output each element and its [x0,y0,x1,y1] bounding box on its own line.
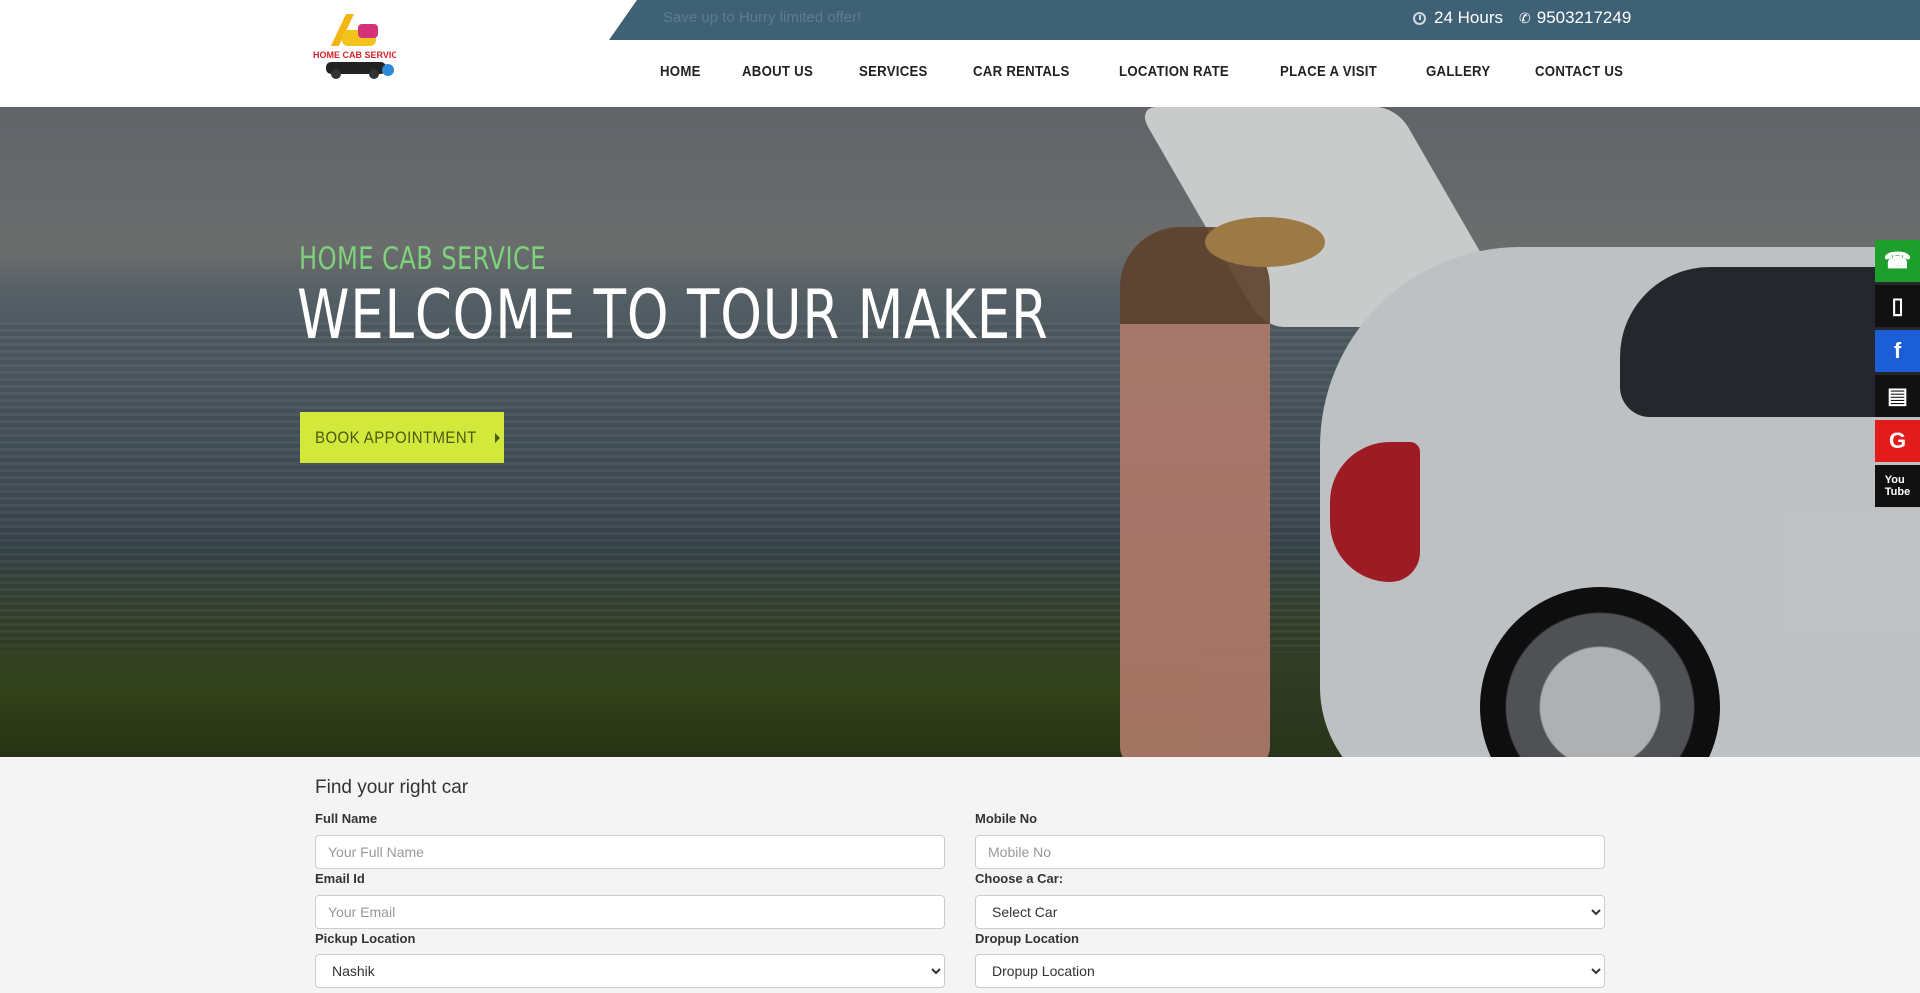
main-nav: HOME ABOUT US SERVICES CAR RENTALS LOCATION … [660,63,1671,80]
nav-item-contact-us[interactable]: CONTACT US [1535,63,1623,80]
dropup-label: Dropup Location [975,931,1079,946]
logo[interactable]: HOME CAB SERVICE [306,12,396,84]
book-appointment-button[interactable]: BOOK APPOINTMENT [300,412,504,463]
hero-banner [0,107,1920,757]
hours-text: 24 Hours [1434,8,1503,27]
pickup-select[interactable]: Nashik [315,954,945,988]
book-appointment-label: BOOK APPOINTMENT [314,427,477,447]
google-icon[interactable]: G [1875,420,1920,462]
youtube-icon[interactable]: You Tube [1875,465,1920,507]
nav-item-about-us[interactable]: ABOUT US [742,63,813,80]
nav-item-car-rentals[interactable]: CAR RENTALS [973,63,1070,80]
form-title: Find your right car [315,777,469,798]
nav-item-place-a-visit[interactable]: PLACE A VISIT [1280,63,1377,80]
nav-item-gallery[interactable]: GALLERY [1426,63,1490,80]
email-label: Email Id [315,871,365,886]
facebook-icon[interactable]: f [1875,330,1920,372]
clock-icon [1413,11,1426,25]
pickup-label: Pickup Location [315,931,416,946]
caret-right-icon [495,432,501,443]
book-icon[interactable]: ▤ [1875,375,1920,417]
full-name-input[interactable] [315,835,945,869]
hero-subtitle: HOME CAB SERVICE [299,241,546,277]
mobile-input[interactable] [975,835,1605,869]
nav-item-location-rate[interactable]: LOCATION RATE [1119,63,1229,80]
phone-info[interactable]: ✆ 9503217249 [1519,8,1631,28]
phone-text[interactable]: 9503217249 [1537,8,1632,28]
dropup-select[interactable]: Dropup Location [975,954,1605,988]
mobile-label: Mobile No [975,811,1038,826]
hours-info: 24 Hours [1413,8,1503,28]
mobile-icon[interactable]: ▯ [1875,285,1920,327]
email-input[interactable] [315,895,945,929]
nav-item-services[interactable]: SERVICES [859,63,928,80]
promo-text: Save up to Hurry limited offer! [663,9,862,26]
car-label: Choose a Car: [975,871,1064,886]
whatsapp-icon[interactable]: ☎ [1875,240,1920,282]
svg-text:HOME CAB SERVICE: HOME CAB SERVICE [313,50,396,60]
hero-overlay [0,107,1920,757]
car-select[interactable]: Select Car [975,895,1605,929]
nav-item-home[interactable]: HOME [660,63,701,80]
phone-icon: ✆ [1519,9,1531,26]
social-sidebar: ☎ ▯ f ▤ G You Tube [1875,240,1920,510]
full-name-label: Full Name [315,811,378,826]
hero-title: WELCOME TO TOUR MAKER [297,276,1049,355]
